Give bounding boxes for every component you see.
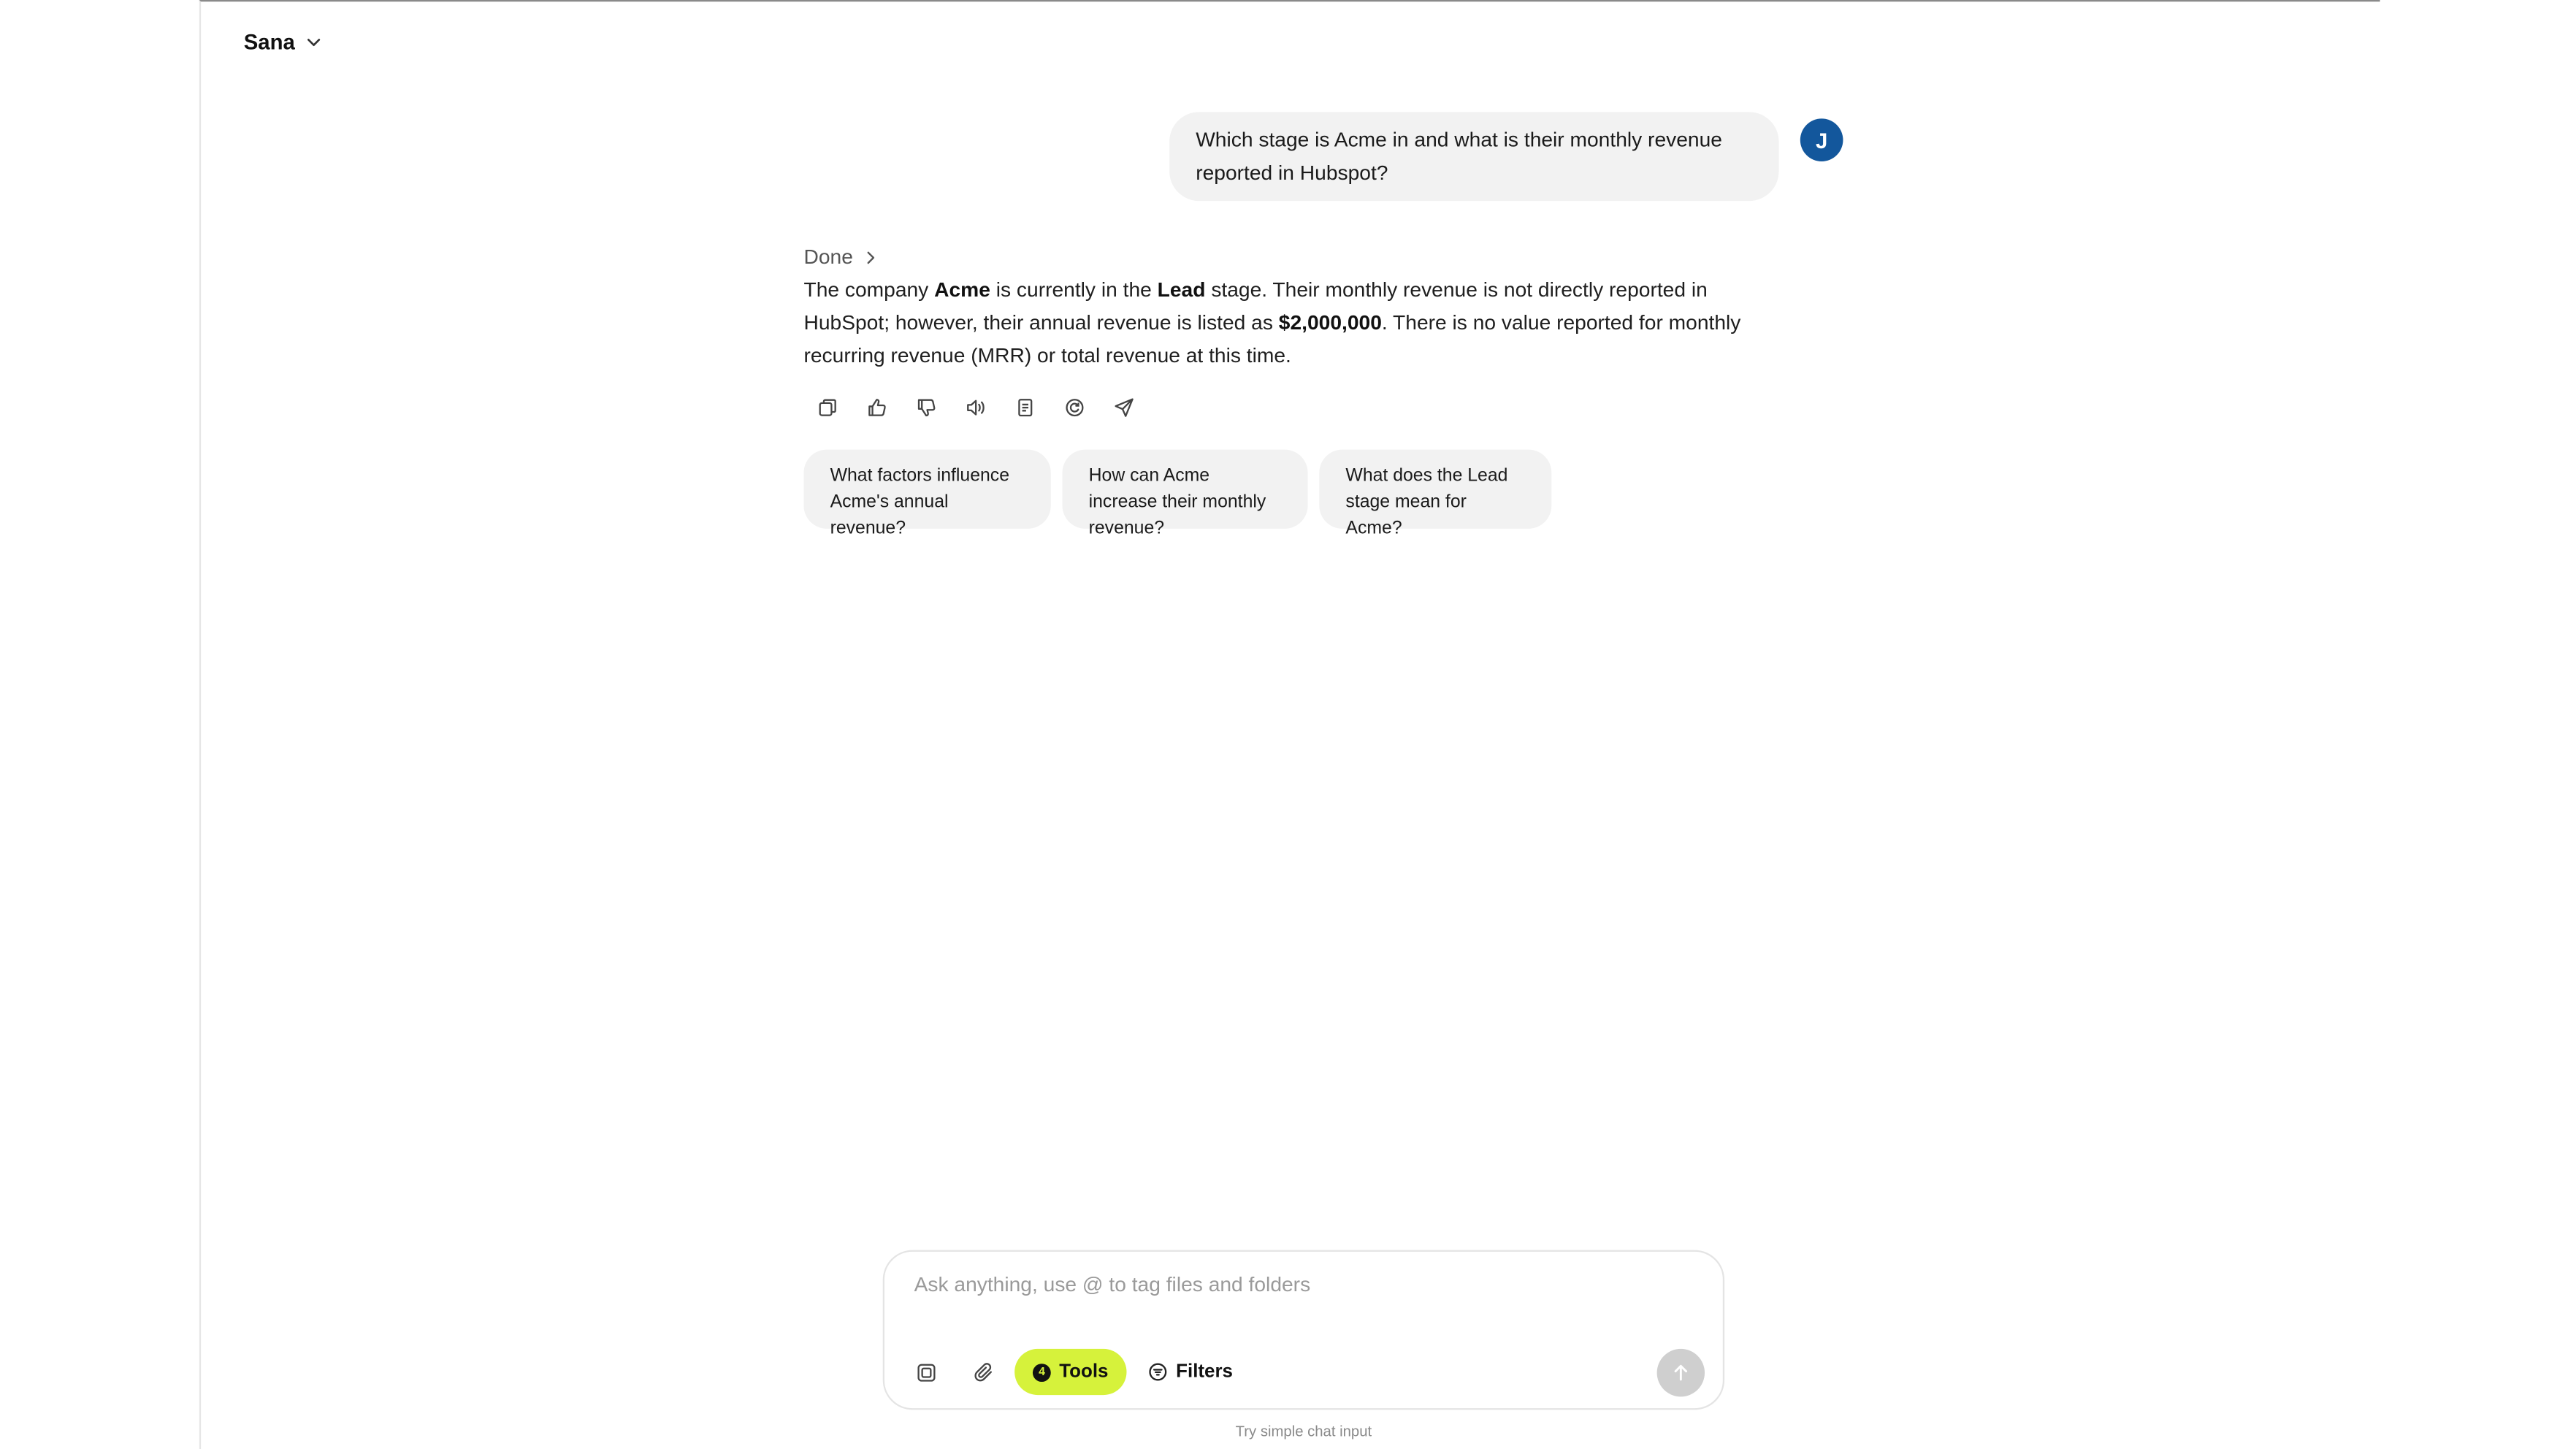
assistant-answer: The company Acme is currently in the Lea… <box>803 273 1778 372</box>
user-message-text: Which stage is Acme in and what is their… <box>1196 128 1722 184</box>
user-message-bubble: Which stage is Acme in and what is their… <box>1169 112 1779 202</box>
workspace-label: Sana <box>243 28 295 54</box>
copy-icon <box>818 398 836 416</box>
stack-icon <box>917 1363 935 1381</box>
suggested-questions: What factors influence Acme's annual rev… <box>803 449 1552 538</box>
context-button[interactable] <box>912 1358 939 1385</box>
thumbs-up-button[interactable] <box>861 392 891 422</box>
filter-icon <box>1149 1363 1167 1381</box>
answer-text: is currently in the <box>990 278 1158 302</box>
message-actions <box>812 392 1139 422</box>
refresh-icon <box>1065 397 1083 416</box>
reasoning-status-toggle[interactable]: Done <box>803 244 877 270</box>
regenerate-button[interactable] <box>1059 392 1089 422</box>
suggestion-text: What does the Lead stage mean for Acme? <box>1345 466 1508 539</box>
main-frame <box>199 0 2380 1449</box>
suggestion-chip[interactable]: How can Acme increase their monthly reve… <box>1062 449 1308 538</box>
filters-label: Filters <box>1176 1361 1233 1383</box>
answer-bold-company: Acme <box>934 278 990 302</box>
workspace-switcher[interactable]: Sana <box>244 25 323 58</box>
suggestion-text: How can Acme increase their monthly reve… <box>1088 466 1266 539</box>
send-icon <box>1114 397 1133 416</box>
document-icon <box>1017 397 1032 416</box>
user-avatar[interactable]: J <box>1800 118 1843 161</box>
answer-bold-stage: Lead <box>1157 278 1206 302</box>
thumbs-down-icon <box>917 398 935 416</box>
send-button[interactable] <box>1656 1348 1705 1397</box>
status-label: Done <box>803 245 853 269</box>
attach-button[interactable] <box>970 1358 996 1385</box>
app-window: Sana Which stage is Acme in and what is … <box>0 0 2576 1449</box>
simple-chat-input-link[interactable]: Try simple chat input <box>883 1423 1724 1440</box>
chevron-down-icon <box>307 37 321 45</box>
chat-input[interactable] <box>914 1273 1689 1310</box>
chat-composer: 4 Tools Filters <box>882 1250 1725 1410</box>
suggestion-chip[interactable]: What does the Lead stage mean for Acme? <box>1319 449 1552 538</box>
speaker-icon <box>966 399 984 415</box>
paperclip-icon <box>974 1362 991 1381</box>
arrow-up-icon <box>1674 1364 1688 1381</box>
share-button[interactable] <box>1109 392 1139 422</box>
avatar-initial: J <box>1815 127 1828 153</box>
tools-count-badge: 4 <box>1033 1363 1051 1381</box>
thumbs-down-button[interactable] <box>911 392 941 422</box>
tools-label: Tools <box>1059 1361 1109 1383</box>
copy-button[interactable] <box>812 392 842 422</box>
thumbs-up-icon <box>868 397 885 416</box>
chevron-right-icon <box>867 251 874 264</box>
suggestion-text: What factors influence Acme's annual rev… <box>830 466 1010 539</box>
tools-button[interactable]: 4 Tools <box>1014 1348 1127 1396</box>
answer-text: The company <box>803 278 935 302</box>
read-aloud-button[interactable] <box>960 392 990 422</box>
answer-bold-revenue: $2,000,000 <box>1278 311 1382 334</box>
suggestion-chip[interactable]: What factors influence Acme's annual rev… <box>803 449 1051 538</box>
view-sources-button[interactable] <box>1009 392 1039 422</box>
filters-button[interactable]: Filters <box>1148 1356 1233 1388</box>
